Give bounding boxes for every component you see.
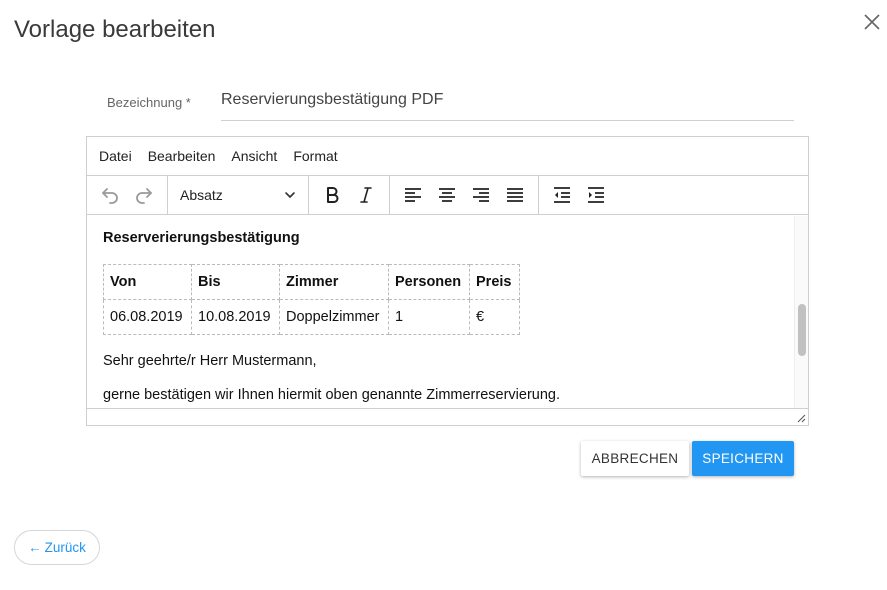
block-format-select[interactable]: Absatz bbox=[174, 180, 302, 210]
italic-icon bbox=[360, 187, 372, 203]
reservation-table: Von Bis Zimmer Personen Preis 06.08.2019… bbox=[103, 264, 520, 335]
italic-button[interactable] bbox=[349, 180, 383, 210]
menu-datei[interactable]: Datei bbox=[99, 148, 132, 164]
menu-bearbeiten[interactable]: Bearbeiten bbox=[148, 148, 216, 164]
editor-menubar: Datei Bearbeiten Ansicht Format bbox=[87, 137, 808, 176]
table-cell: Doppelzimmer bbox=[279, 299, 389, 335]
alignment-group bbox=[390, 176, 539, 214]
align-center-icon bbox=[439, 188, 455, 202]
close-button[interactable] bbox=[860, 10, 884, 34]
text-style-group bbox=[309, 176, 390, 214]
align-left-icon bbox=[405, 188, 421, 202]
outdent-button[interactable] bbox=[545, 180, 579, 210]
bold-button[interactable] bbox=[315, 180, 349, 210]
align-right-icon bbox=[473, 188, 489, 202]
menu-ansicht[interactable]: Ansicht bbox=[231, 148, 277, 164]
resize-handle-icon[interactable] bbox=[796, 413, 806, 423]
editor-statusbar bbox=[87, 408, 808, 425]
bezeichnung-label: Bezeichnung * bbox=[107, 95, 191, 110]
bezeichnung-input[interactable] bbox=[221, 86, 794, 121]
menu-format[interactable]: Format bbox=[293, 148, 337, 164]
table-header-row: Von Bis Zimmer Personen Preis bbox=[103, 264, 520, 300]
chevron-down-icon bbox=[285, 192, 295, 198]
align-justify-button[interactable] bbox=[498, 180, 532, 210]
content-heading: Reserverierungsbestätigung bbox=[103, 230, 300, 246]
undo-icon bbox=[102, 188, 118, 204]
save-button[interactable]: SPEICHERN bbox=[692, 441, 794, 476]
bold-icon bbox=[327, 187, 339, 203]
indent-icon bbox=[588, 187, 604, 203]
table-cell: € bbox=[469, 299, 520, 335]
block-format-value: Absatz bbox=[180, 187, 223, 203]
table-cell: 10.08.2019 bbox=[191, 299, 280, 335]
redo-icon bbox=[136, 188, 152, 204]
indent-group bbox=[539, 176, 619, 214]
salutation-paragraph: Sehr geehrte/r Herr Mustermann, bbox=[103, 353, 317, 369]
redo-button[interactable] bbox=[127, 180, 161, 210]
align-right-button[interactable] bbox=[464, 180, 498, 210]
block-format-group: Absatz bbox=[168, 176, 309, 214]
back-label: Zurück bbox=[44, 540, 86, 555]
outdent-icon bbox=[554, 187, 570, 203]
table-header-cell: Preis bbox=[469, 264, 520, 300]
scrollbar-thumb[interactable] bbox=[798, 304, 806, 356]
history-group bbox=[87, 176, 168, 214]
indent-button[interactable] bbox=[579, 180, 613, 210]
align-justify-icon bbox=[507, 188, 523, 202]
rich-text-editor: Datei Bearbeiten Ansicht Format Absatz R… bbox=[86, 136, 809, 426]
table-header-cell: Zimmer bbox=[279, 264, 389, 300]
back-button[interactable]: ← Zurück bbox=[14, 530, 100, 565]
editor-scrollbar[interactable] bbox=[794, 216, 808, 408]
table-cell: 1 bbox=[388, 299, 470, 335]
cancel-button[interactable]: ABBRECHEN bbox=[581, 441, 689, 476]
body-paragraph: gerne bestätigen wir Ihnen hiermit oben … bbox=[103, 387, 560, 403]
table-row: 06.08.2019 10.08.2019 Doppelzimmer 1 € bbox=[103, 299, 520, 335]
table-header-cell: Von bbox=[103, 264, 192, 300]
table-header-cell: Personen bbox=[388, 264, 470, 300]
dialog-title: Vorlage bearbeiten bbox=[14, 16, 216, 43]
arrow-left-icon: ← bbox=[28, 540, 42, 555]
editor-toolbar: Absatz bbox=[87, 176, 808, 215]
close-icon[interactable] bbox=[864, 14, 880, 30]
undo-button[interactable] bbox=[93, 180, 127, 210]
align-center-button[interactable] bbox=[430, 180, 464, 210]
align-left-button[interactable] bbox=[396, 180, 430, 210]
editor-content[interactable]: Reserverierungsbestätigung Von Bis Zimme… bbox=[87, 216, 794, 408]
table-header-cell: Bis bbox=[191, 264, 280, 300]
table-cell: 06.08.2019 bbox=[103, 299, 192, 335]
